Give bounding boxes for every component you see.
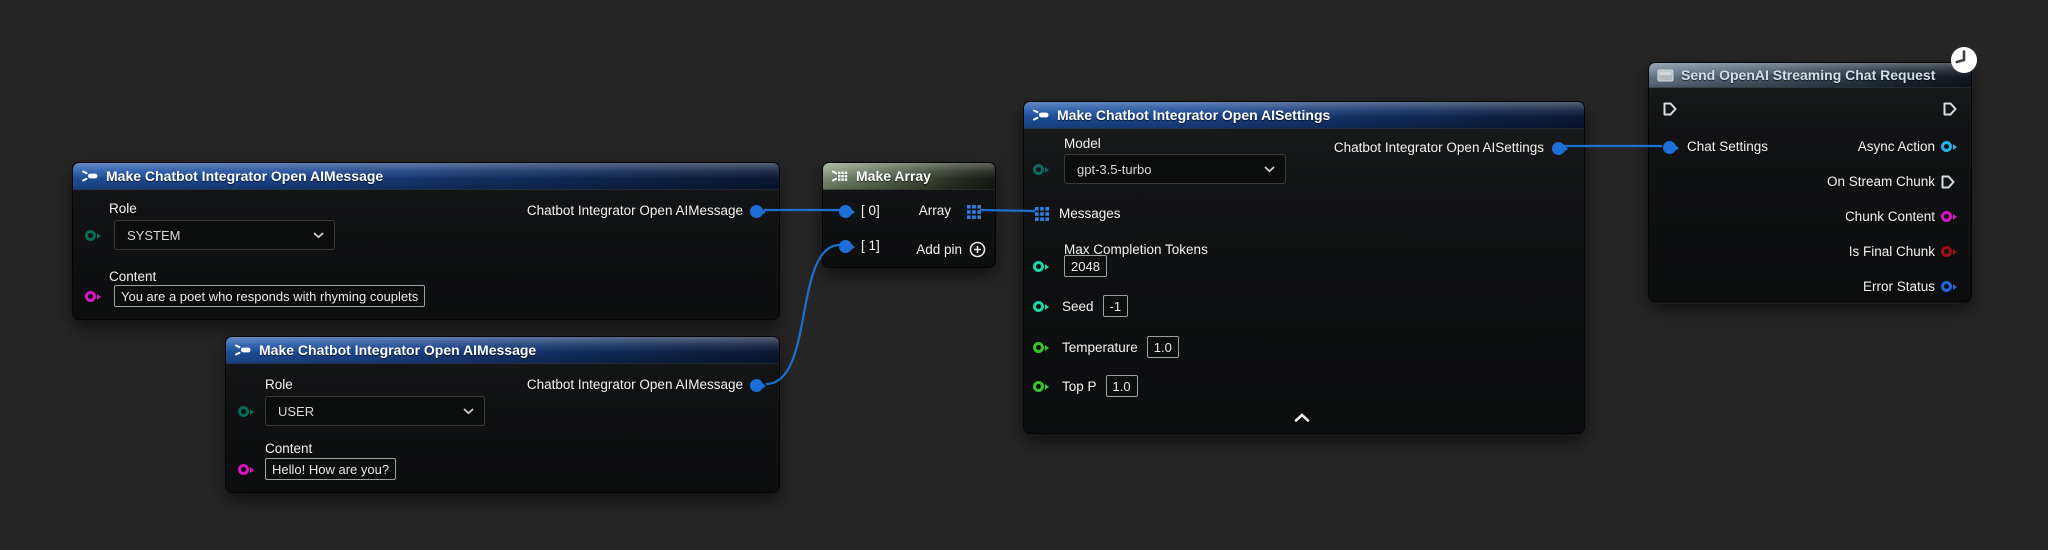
role-dropdown-value: SYSTEM — [127, 228, 180, 243]
chevron-down-icon — [463, 408, 474, 415]
exec-in-pin[interactable] — [1662, 101, 1678, 117]
node-make-aimessage-system[interactable]: Make Chatbot Integrator Open AIMessage C… — [72, 162, 780, 320]
make-struct-icon — [1032, 108, 1050, 122]
top-p-row: Top P 1.0 — [1062, 375, 1138, 397]
messages-array-pin[interactable] — [1035, 207, 1049, 221]
output-pin-label: Chatbot Integrator Open AIMessage — [527, 377, 743, 392]
chunk-content-label: Chunk Content — [1845, 209, 1935, 224]
top-p-input[interactable]: 1.0 — [1106, 375, 1138, 397]
add-pin-label: Add pin — [916, 242, 962, 257]
collapse-node-button[interactable] — [1294, 413, 1310, 422]
node-header[interactable]: Send OpenAI Streaming Chat Request — [1649, 63, 1971, 88]
array-element0-label: [ 0] — [861, 203, 880, 218]
content-label: Content — [265, 441, 312, 456]
role-dropdown-value: USER — [278, 404, 314, 419]
make-array-icon — [831, 169, 849, 183]
make-struct-icon — [81, 169, 99, 183]
node-header[interactable]: Make Chatbot Integrator Open AIMessage — [226, 337, 779, 364]
clock-badge-icon — [1950, 46, 1978, 74]
node-title: Make Chatbot Integrator Open AIMessage — [106, 168, 383, 184]
role-label: Role — [265, 377, 293, 392]
temperature-pin[interactable] — [1033, 342, 1044, 353]
make-struct-icon — [234, 343, 252, 357]
chat-settings-label: Chat Settings — [1687, 139, 1768, 154]
node-title: Make Chatbot Integrator Open AIMessage — [259, 342, 536, 358]
async-task-icon — [1657, 68, 1674, 83]
model-pin[interactable] — [1033, 164, 1044, 175]
seed-row: Seed -1 — [1062, 295, 1128, 317]
chat-settings-pin[interactable] — [1663, 141, 1676, 154]
role-label: Role — [109, 201, 137, 216]
role-pin[interactable] — [238, 406, 249, 417]
node-title: Send OpenAI Streaming Chat Request — [1681, 67, 1935, 83]
output-pin-label: Chatbot Integrator Open AISettings — [1334, 140, 1544, 155]
node-make-aimessage-user[interactable]: Make Chatbot Integrator Open AIMessage C… — [225, 336, 780, 493]
seed-input[interactable]: -1 — [1103, 295, 1129, 317]
max-tokens-pin[interactable] — [1033, 261, 1044, 272]
max-tokens-input[interactable]: 2048 — [1064, 255, 1107, 277]
temperature-label: Temperature — [1062, 340, 1138, 355]
seed-pin[interactable] — [1033, 301, 1044, 312]
temperature-row: Temperature 1.0 — [1062, 336, 1179, 358]
is-final-chunk-label: Is Final Chunk — [1849, 244, 1935, 259]
async-action-pin[interactable] — [1941, 141, 1952, 152]
array-element0-pin[interactable] — [839, 205, 852, 218]
output-struct-pin[interactable] — [750, 379, 763, 392]
array-output-grid-pin[interactable] — [967, 205, 981, 219]
node-header[interactable]: Make Chatbot Integrator Open AISettings — [1024, 102, 1584, 129]
content-input[interactable]: Hello! How are you? — [265, 458, 396, 480]
add-pin-button[interactable]: Add pin — [916, 241, 986, 258]
error-status-label: Error Status — [1863, 279, 1935, 294]
top-p-pin[interactable] — [1033, 381, 1044, 392]
chevron-down-icon — [313, 232, 324, 239]
exec-out-pin[interactable] — [1942, 101, 1958, 117]
model-dropdown-value: gpt-3.5-turbo — [1077, 162, 1151, 177]
role-dropdown[interactable]: USER — [265, 396, 485, 426]
async-action-label: Async Action — [1858, 139, 1935, 154]
content-pin[interactable] — [238, 464, 249, 475]
role-pin[interactable] — [85, 230, 96, 241]
node-header[interactable]: Make Array — [823, 163, 995, 190]
output-struct-pin[interactable] — [750, 205, 763, 218]
error-status-pin[interactable] — [1941, 281, 1952, 292]
chunk-content-pin[interactable] — [1941, 211, 1952, 222]
temperature-input[interactable]: 1.0 — [1147, 336, 1179, 358]
messages-label: Messages — [1059, 206, 1121, 221]
on-stream-chunk-exec-pin[interactable] — [1940, 174, 1956, 190]
node-title: Make Chatbot Integrator Open AISettings — [1057, 107, 1330, 123]
model-dropdown[interactable]: gpt-3.5-turbo — [1064, 154, 1286, 184]
circle-plus-icon — [969, 241, 986, 258]
top-p-label: Top P — [1062, 379, 1097, 394]
array-element1-pin[interactable] — [839, 240, 852, 253]
model-label: Model — [1064, 136, 1101, 151]
array-output-label: Array — [919, 203, 951, 218]
content-label: Content — [109, 269, 156, 284]
node-title: Make Array — [856, 168, 931, 184]
role-dropdown[interactable]: SYSTEM — [114, 220, 335, 250]
output-pin-label: Chatbot Integrator Open AIMessage — [527, 203, 743, 218]
output-struct-pin[interactable] — [1552, 142, 1565, 155]
node-make-array[interactable]: Make Array [ 0] Array [ 1] Add pin — [822, 162, 996, 268]
seed-label: Seed — [1062, 299, 1094, 314]
on-stream-chunk-label: On Stream Chunk — [1827, 174, 1935, 189]
content-pin[interactable] — [85, 291, 96, 302]
blueprint-graph-canvas[interactable]: Make Chatbot Integrator Open AIMessage C… — [0, 0, 2048, 550]
node-header[interactable]: Make Chatbot Integrator Open AIMessage — [73, 163, 779, 190]
is-final-chunk-pin[interactable] — [1941, 246, 1952, 257]
node-make-aisettings[interactable]: Make Chatbot Integrator Open AISettings … — [1023, 101, 1585, 434]
node-send-openai-streaming-chat-request[interactable]: Send OpenAI Streaming Chat Request Chat … — [1648, 62, 1972, 302]
array-element1-label: [ 1] — [861, 238, 880, 253]
chevron-down-icon — [1264, 166, 1275, 173]
content-input[interactable]: You are a poet who responds with rhyming… — [114, 285, 425, 307]
